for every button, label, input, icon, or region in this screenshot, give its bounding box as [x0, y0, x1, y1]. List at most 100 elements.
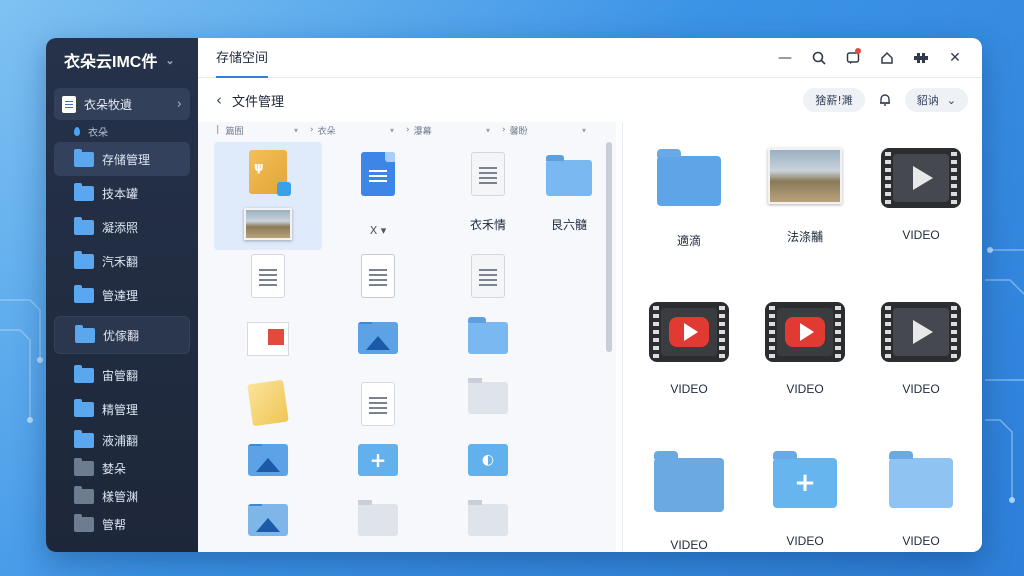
- file-label: 艮六髓: [550, 218, 587, 232]
- sidebar: 衣朵云IMC件 ⌄ 衣朵牧遺 › 衣朵 存储管理 技本罐 凝添照 汽禾翻 管達理…: [46, 38, 198, 552]
- document-icon: [62, 95, 76, 113]
- chevron-down-icon[interactable]: ⌄: [165, 54, 174, 67]
- file-item[interactable]: [324, 322, 432, 372]
- file-item[interactable]: [324, 382, 432, 438]
- file-item[interactable]: Ⅹ ▾: [324, 142, 432, 250]
- sidebar-top-item[interactable]: 衣朵牧遺 ›: [54, 88, 190, 120]
- preview-item[interactable]: VIDEO: [863, 302, 979, 442]
- sidebar-item[interactable]: 宙管翻: [46, 358, 198, 392]
- preview-item[interactable]: + VIDEO: [747, 451, 863, 552]
- text-doc-icon: [471, 152, 505, 196]
- folder-icon: [74, 148, 94, 167]
- preview-item[interactable]: VIDEO: [631, 451, 747, 552]
- close-icon[interactable]: ✕: [938, 43, 972, 73]
- column-header[interactable]: › 衣朵 ▾: [310, 124, 406, 137]
- sidebar-item-label: 管帮: [102, 517, 127, 532]
- back-arrow-icon[interactable]: ‹: [216, 91, 222, 109]
- app-window: 衣朵云IMC件 ⌄ 衣朵牧遺 › 衣朵 存储管理 技本罐 凝添照 汽禾翻 管達理…: [46, 38, 982, 552]
- file-item[interactable]: [214, 504, 322, 552]
- word-doc-icon: [251, 254, 285, 298]
- column-header[interactable]: › 瀑幕 ▾: [406, 124, 502, 137]
- home-icon[interactable]: [870, 43, 904, 73]
- sidebar-item[interactable]: 管帮: [46, 510, 198, 538]
- sidebar-item-label: 婪朵: [102, 461, 127, 476]
- sidebar-item[interactable]: 管達理: [46, 278, 198, 312]
- file-item[interactable]: [434, 378, 542, 438]
- sort-dropdown[interactable]: 貂讷 ⌄: [904, 88, 968, 112]
- sidebar-sub-item[interactable]: 衣朵: [46, 120, 198, 142]
- column-header-label: 瀑幕: [413, 126, 432, 137]
- sidebar-top-item-label: 衣朵牧遺: [84, 97, 133, 112]
- folder-icon: [74, 485, 94, 504]
- folder-icon: [468, 317, 508, 354]
- sidebar-item[interactable]: 汽禾翻: [46, 244, 198, 278]
- notification-icon[interactable]: [836, 43, 870, 73]
- preview-item[interactable]: 法涤黼: [747, 148, 863, 288]
- scrollbar[interactable]: [606, 142, 612, 352]
- sidebar-item[interactable]: 优傢翻: [54, 316, 190, 354]
- file-item-selected[interactable]: ψ: [214, 142, 322, 250]
- scrollbar-thumb[interactable]: [606, 142, 612, 352]
- video-icon: [881, 302, 961, 362]
- preview-label: VIDEO: [902, 228, 940, 242]
- file-item[interactable]: ◐: [434, 444, 542, 498]
- sidebar-item[interactable]: 精管理: [46, 392, 198, 426]
- sidebar-item-storage[interactable]: 存储管理: [54, 142, 190, 176]
- folder-icon: [74, 284, 94, 303]
- image-folder-icon: [248, 504, 288, 536]
- video-play-icon: [649, 302, 729, 362]
- sidebar-item-label: 精管理: [102, 402, 139, 417]
- file-item[interactable]: 衣禾情: [434, 142, 542, 250]
- preview-label: VIDEO: [670, 382, 708, 396]
- tab-label: 存储空间: [216, 51, 269, 66]
- column-header[interactable]: › 馨盼 ▾: [502, 124, 598, 137]
- filter-button[interactable]: 猞薪!濉: [803, 88, 865, 112]
- sidebar-item[interactable]: 婪朵: [46, 454, 198, 482]
- file-item[interactable]: +: [324, 444, 432, 498]
- file-item[interactable]: [324, 500, 432, 552]
- preview-item[interactable]: 適滴: [631, 148, 747, 288]
- audio-doc-icon: [471, 254, 505, 298]
- plugin-icon[interactable]: [904, 43, 938, 73]
- sub-bar: ‹ 文件管理 猞薪!濉 貂讷 ⌄: [198, 78, 982, 122]
- medical-folder-icon: +: [773, 451, 837, 508]
- preview-item[interactable]: VIDEO: [863, 451, 979, 552]
- file-item[interactable]: [434, 254, 542, 314]
- file-item[interactable]: [434, 317, 542, 372]
- column-header-label: 馨盼: [509, 126, 528, 137]
- folder-icon: [74, 216, 94, 235]
- app-title[interactable]: 衣朵云IMC件 ⌄: [46, 38, 198, 82]
- preview-item[interactable]: VIDEO: [631, 302, 747, 442]
- caret-down-icon: ▾: [485, 125, 490, 135]
- folder-icon: [74, 182, 94, 201]
- column-header[interactable]: ❘ 篇囿 ▾: [214, 124, 310, 137]
- preview-label: 法涤黼: [786, 230, 823, 244]
- file-item[interactable]: [214, 322, 322, 372]
- preview-label: VIDEO: [786, 382, 824, 396]
- spreadsheet-doc-icon: [361, 382, 395, 426]
- pdf-file-icon: [247, 322, 289, 356]
- bell-icon[interactable]: [873, 88, 897, 112]
- file-item[interactable]: [214, 379, 322, 438]
- preview-item[interactable]: VIDEO: [747, 302, 863, 442]
- tab-storage[interactable]: 存储空间: [216, 38, 269, 78]
- video-icon: [881, 148, 961, 208]
- sidebar-item[interactable]: 技本罐: [46, 176, 198, 210]
- sidebar-item[interactable]: 液浦翻: [46, 426, 198, 454]
- file-item[interactable]: 艮六髓: [534, 142, 604, 250]
- zip-file-icon: ψ: [249, 150, 291, 196]
- image-folder-icon: [654, 451, 724, 512]
- minimize-icon[interactable]: —: [768, 43, 802, 73]
- folder-icon: [358, 500, 398, 536]
- search-icon[interactable]: [802, 43, 836, 73]
- sidebar-item[interactable]: 凝添照: [46, 210, 198, 244]
- filter-label: 猞薪!濉: [815, 94, 853, 107]
- file-item[interactable]: [214, 254, 322, 314]
- folder-icon: [74, 398, 94, 417]
- file-item[interactable]: [434, 500, 542, 552]
- file-item[interactable]: [214, 444, 322, 498]
- file-item[interactable]: [324, 254, 432, 314]
- preview-item[interactable]: VIDEO: [863, 148, 979, 288]
- image-thumbnail: [768, 148, 842, 204]
- sidebar-item[interactable]: 樣管渊: [46, 482, 198, 510]
